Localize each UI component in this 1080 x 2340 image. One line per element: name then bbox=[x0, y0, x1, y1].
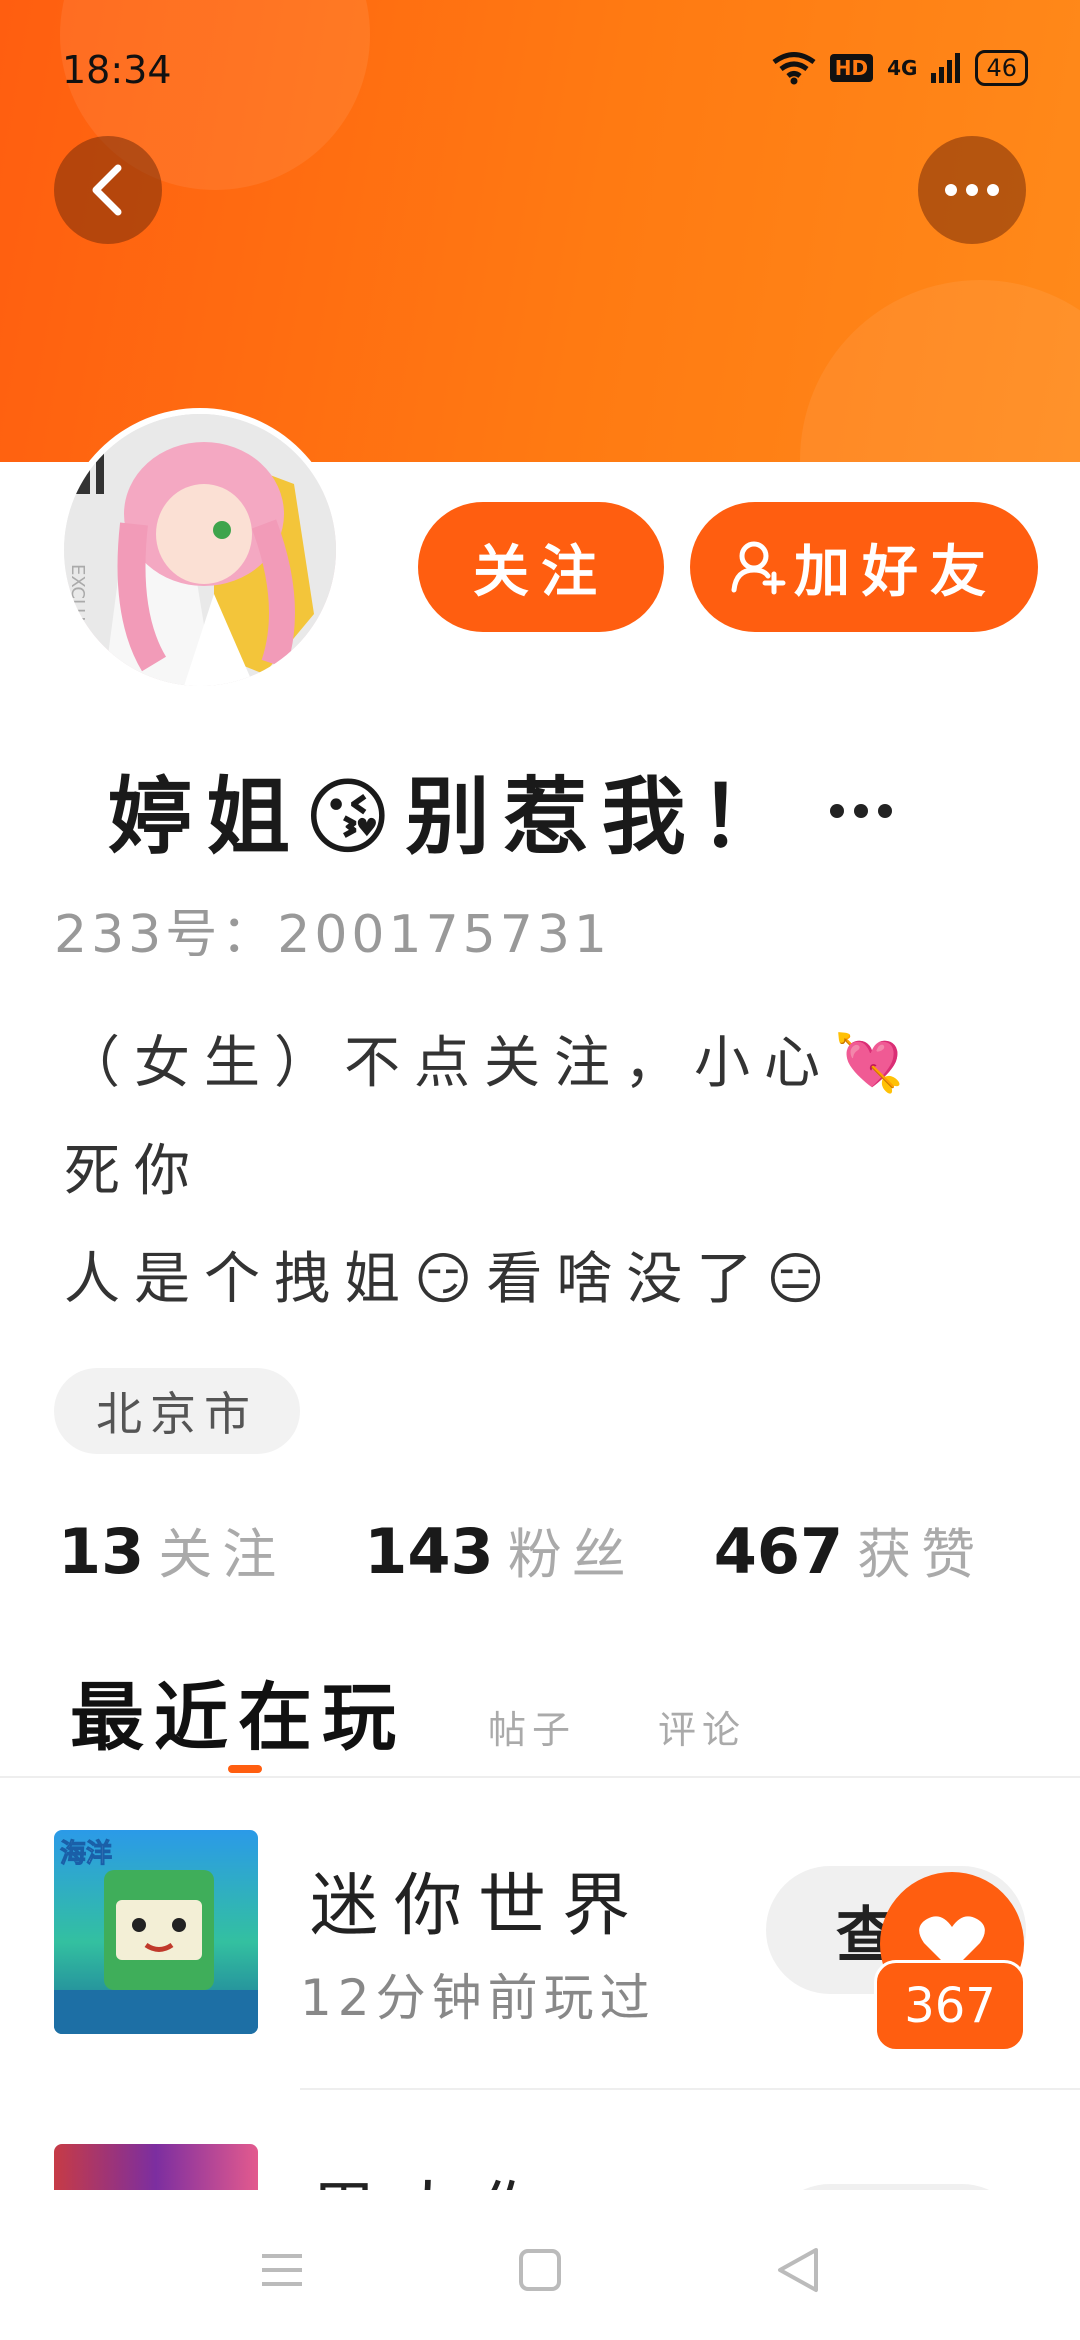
bio-line-2: 死你 bbox=[64, 1139, 204, 1204]
more-button[interactable] bbox=[918, 136, 1026, 244]
status-icons: HD 4G 46 bbox=[772, 50, 1028, 86]
stat-following[interactable]: 13 关注 bbox=[58, 1510, 286, 1589]
more-dots-icon bbox=[945, 184, 999, 196]
signal-icon bbox=[931, 53, 961, 83]
user-id: 233号：200175731 bbox=[54, 905, 612, 965]
triangle-back-icon bbox=[778, 2248, 818, 2292]
avatar-illustration: EXCLUSIVE bbox=[64, 414, 336, 686]
square-home-icon bbox=[519, 2249, 561, 2291]
nav-menu-button[interactable] bbox=[252, 2240, 312, 2300]
row-divider bbox=[300, 2088, 1080, 2090]
bio-line-3: 人是个拽姐😏看啥没了😑 bbox=[64, 1247, 839, 1312]
avatar-image: EXCLUSIVE bbox=[64, 414, 336, 686]
avatar[interactable]: EXCLUSIVE bbox=[58, 408, 342, 692]
game-name: 男人你 bbox=[310, 2158, 562, 2190]
kiss-emoji: 😘 bbox=[304, 768, 406, 866]
game-last-played: 12分钟前玩过 bbox=[300, 1969, 656, 2027]
nav-back-button[interactable] bbox=[768, 2240, 828, 2300]
location-chip: 北京市 bbox=[54, 1368, 300, 1454]
tab-indicator bbox=[228, 1765, 262, 1773]
profile-bio: （女生）不点关注，小心💘 死你 人是个拽姐😏看啥没了😑 bbox=[64, 1010, 1024, 1334]
svg-text:EXCLUSIVE: EXCLUSIVE bbox=[67, 564, 88, 662]
tab-recently-played[interactable]: 最近在玩 bbox=[70, 1658, 406, 1765]
system-nav-bar bbox=[0, 2190, 1080, 2340]
like-floating-button[interactable]: 367 bbox=[874, 1872, 1026, 2052]
game-name: 迷你世界 bbox=[310, 1867, 647, 1946]
menu-icon bbox=[262, 2254, 302, 2286]
status-time: 18:34 bbox=[62, 48, 172, 92]
header-decoration bbox=[800, 280, 1080, 462]
svg-text:海洋: 海洋 bbox=[60, 1838, 112, 1869]
battery-indicator: 46 bbox=[975, 50, 1028, 86]
bio-line-1: （女生）不点关注，小心💘 bbox=[64, 1031, 918, 1096]
following-label: 关注 bbox=[158, 1523, 287, 1586]
add-user-icon bbox=[731, 541, 786, 595]
network-type: 4G bbox=[887, 56, 918, 80]
tabs-divider bbox=[0, 1776, 1080, 1778]
add-friend-label: 加好友 bbox=[794, 539, 998, 605]
fans-label: 粉丝 bbox=[507, 1523, 636, 1586]
stat-fans[interactable]: 143 粉丝 bbox=[364, 1510, 635, 1589]
fans-count: 143 bbox=[364, 1515, 494, 1588]
tab-comments[interactable]: 评论 bbox=[658, 1699, 746, 1754]
like-count: 367 bbox=[874, 1960, 1026, 2052]
follow-label: 关注 bbox=[473, 539, 609, 605]
name-more-icon[interactable] bbox=[829, 803, 892, 818]
likes-label: 获赞 bbox=[857, 1523, 986, 1586]
list-item[interactable]: 男人你 查 bbox=[0, 2144, 1080, 2190]
following-count: 13 bbox=[58, 1515, 145, 1588]
profile-name: 婷姐😘别惹我！ bbox=[108, 768, 798, 866]
location-label: 北京市 bbox=[96, 1387, 258, 1441]
wifi-icon bbox=[772, 52, 816, 85]
back-button[interactable] bbox=[54, 136, 162, 244]
tab-posts[interactable]: 帖子 bbox=[488, 1699, 576, 1754]
profile-header: 18:34 HD 4G 46 bbox=[0, 0, 1080, 462]
heart-arrow-emoji: 💘 bbox=[834, 1031, 918, 1096]
nav-home-button[interactable] bbox=[510, 2240, 570, 2300]
game-thumbnail bbox=[54, 2144, 258, 2190]
likes-count: 467 bbox=[713, 1515, 844, 1588]
chevron-left-icon bbox=[92, 164, 122, 216]
expressionless-emoji: 😑 bbox=[766, 1247, 839, 1312]
follow-button[interactable]: 关注 bbox=[418, 502, 664, 632]
smirk-emoji: 😏 bbox=[414, 1247, 487, 1312]
profile-stats: 13 关注 143 粉丝 467 获赞 bbox=[58, 1510, 985, 1589]
profile-tabs: 最近在玩 帖子 评论 bbox=[70, 1658, 746, 1765]
add-friend-button[interactable]: 加好友 bbox=[690, 502, 1038, 632]
profile-name-row: 婷姐😘别惹我！ bbox=[108, 750, 892, 871]
hd-badge: HD bbox=[829, 54, 874, 82]
stat-likes: 467 获赞 bbox=[714, 1510, 985, 1589]
game-thumbnail: 海洋 bbox=[54, 1830, 258, 2034]
